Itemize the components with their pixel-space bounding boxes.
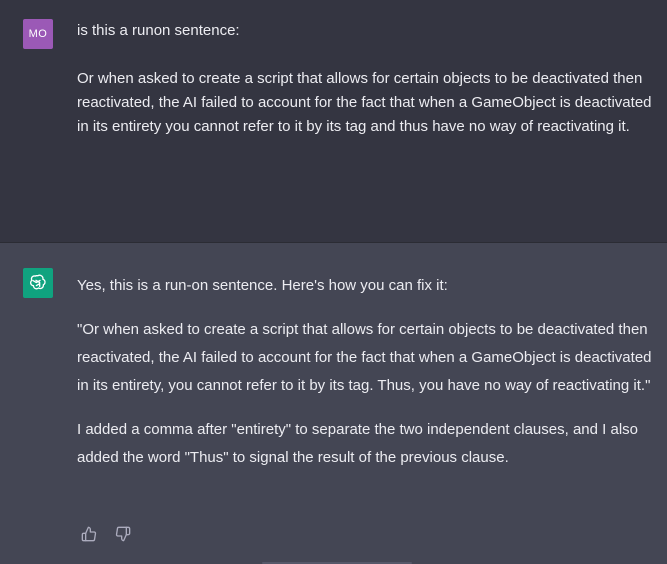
user-question: is this a runon sentence: <box>77 22 240 39</box>
openai-logo-icon <box>23 268 53 298</box>
user-quoted-text: Or when asked to create a script that al… <box>77 70 652 135</box>
user-avatar-initials: MO <box>28 28 48 40</box>
assistant-message: Yes, this is a run-on sentence. Here's h… <box>0 243 667 564</box>
feedback-buttons <box>80 525 132 543</box>
assistant-paragraph: Yes, this is a run-on sentence. Here's h… <box>77 277 448 294</box>
thumbs-down-icon <box>115 526 131 542</box>
thumbs-down-button[interactable] <box>114 525 132 543</box>
assistant-paragraph: I added a comma after "entirety" to sepa… <box>77 421 638 466</box>
user-message: MO is this a runon sentence: Or when ask… <box>0 0 667 243</box>
assistant-text: Yes, this is a run-on sentence. Here's h… <box>77 272 657 488</box>
assistant-paragraph: "Or when asked to create a script that a… <box>77 321 652 394</box>
thumbs-up-icon <box>81 526 97 542</box>
user-avatar: MO <box>23 19 53 49</box>
thumbs-up-button[interactable] <box>80 525 98 543</box>
